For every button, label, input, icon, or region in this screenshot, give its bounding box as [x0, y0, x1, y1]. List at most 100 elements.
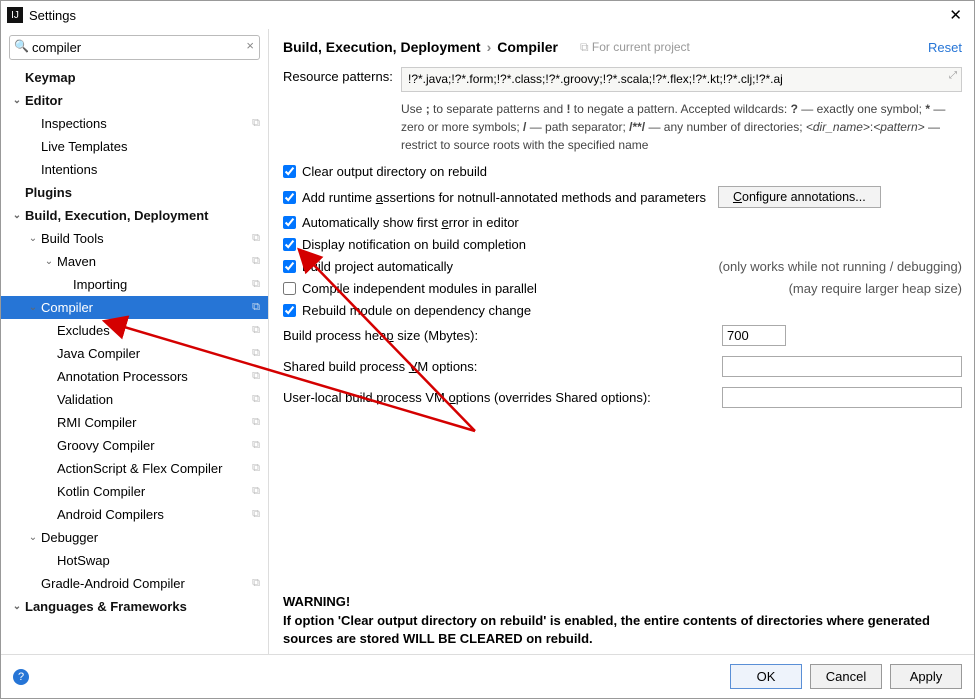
sidebar-item-maven[interactable]: ⌄Maven⧉ [1, 250, 268, 273]
sidebar-item-languages-frameworks[interactable]: ⌄Languages & Frameworks [1, 595, 268, 618]
sidebar: 🔍 × •Keymap⌄Editor•Inspections⧉•Live Tem… [1, 29, 269, 654]
sidebar-item-importing[interactable]: •Importing⧉ [1, 273, 268, 296]
sidebar-item-label: Annotation Processors [57, 369, 248, 384]
sidebar-item-inspections[interactable]: •Inspections⧉ [1, 112, 268, 135]
resource-patterns-help: Use ; to separate patterns and ! to nega… [401, 100, 962, 154]
expand-icon[interactable]: ⤢ [949, 70, 957, 81]
add-runtime-label: Add runtime assertions for notnull-annot… [302, 190, 706, 205]
sidebar-item-keymap[interactable]: •Keymap [1, 66, 268, 89]
breadcrumb-parent: Build, Execution, Deployment [283, 39, 481, 55]
clear-output-label: Clear output directory on rebuild [302, 164, 487, 179]
sidebar-item-label: Inspections [41, 116, 248, 131]
sidebar-item-label: Editor [25, 93, 260, 108]
sidebar-item-build-execution-deployment[interactable]: ⌄Build, Execution, Deployment [1, 204, 268, 227]
project-scope-icon: ⧉ [252, 577, 260, 590]
project-scope-icon: ⧉ [252, 232, 260, 245]
sidebar-item-editor[interactable]: ⌄Editor [1, 89, 268, 112]
sidebar-item-label: Debugger [41, 530, 260, 545]
configure-annotations-button[interactable]: Configure annotations... [718, 186, 881, 208]
shared-vm-label: Shared build process VM options: [283, 359, 477, 374]
sidebar-item-label: ActionScript & Flex Compiler [57, 461, 248, 476]
sidebar-item-actionscript-flex-compiler[interactable]: •ActionScript & Flex Compiler⧉ [1, 457, 268, 480]
project-scope-icon: ⧉ [252, 439, 260, 452]
app-icon: IJ [7, 7, 23, 23]
rebuild-dep-label: Rebuild module on dependency change [302, 303, 531, 318]
chevron-down-icon: ⌄ [43, 256, 55, 267]
project-scope-icon: ⧉ [252, 347, 260, 360]
compile-parallel-label: Compile independent modules in parallel [302, 281, 537, 296]
warning-title: WARNING! [283, 593, 962, 611]
sidebar-item-intentions[interactable]: •Intentions [1, 158, 268, 181]
sidebar-item-gradle-android-compiler[interactable]: •Gradle-Android Compiler⧉ [1, 572, 268, 595]
close-icon[interactable]: ✕ [943, 4, 968, 26]
sidebar-item-label: Java Compiler [57, 346, 248, 361]
add-runtime-checkbox[interactable] [283, 191, 296, 204]
rebuild-dep-checkbox[interactable] [283, 304, 296, 317]
build-auto-checkbox[interactable] [283, 260, 296, 273]
sidebar-item-label: Build, Execution, Deployment [25, 208, 260, 223]
sidebar-item-label: Live Templates [41, 139, 260, 154]
help-icon[interactable]: ? [13, 669, 29, 685]
sidebar-item-label: Build Tools [41, 231, 248, 246]
footer: ? OK Cancel Apply [1, 654, 974, 698]
sidebar-item-excludes[interactable]: •Excludes⧉ [1, 319, 268, 342]
resource-patterns-input[interactable]: !?*.java;!?*.form;!?*.class;!?*.groovy;!… [401, 67, 962, 92]
sidebar-item-label: Compiler [41, 300, 248, 315]
sidebar-item-compiler[interactable]: ⌄Compiler⧉ [1, 296, 268, 319]
sidebar-item-hotswap[interactable]: •HotSwap [1, 549, 268, 572]
main-panel: Build, Execution, Deployment›Compiler Fo… [269, 29, 974, 654]
compile-parallel-checkbox[interactable] [283, 282, 296, 295]
sidebar-item-java-compiler[interactable]: •Java Compiler⧉ [1, 342, 268, 365]
sidebar-item-label: Plugins [25, 185, 260, 200]
clear-search-icon[interactable]: × [246, 38, 254, 53]
title-bar: IJ Settings ✕ [1, 1, 974, 29]
sidebar-item-groovy-compiler[interactable]: •Groovy Compiler⧉ [1, 434, 268, 457]
display-notification-label: Display notification on build completion [302, 237, 526, 252]
breadcrumb: Build, Execution, Deployment›Compiler Fo… [283, 39, 962, 55]
sidebar-item-debugger[interactable]: ⌄Debugger [1, 526, 268, 549]
sidebar-item-annotation-processors[interactable]: •Annotation Processors⧉ [1, 365, 268, 388]
sidebar-item-validation[interactable]: •Validation⧉ [1, 388, 268, 411]
display-notification-checkbox[interactable] [283, 238, 296, 251]
user-vm-label: User-local build process VM options (ove… [283, 390, 651, 405]
settings-tree[interactable]: •Keymap⌄Editor•Inspections⧉•Live Templat… [1, 66, 268, 654]
build-auto-hint: (only works while not running / debuggin… [718, 259, 962, 274]
sidebar-item-label: Languages & Frameworks [25, 599, 260, 614]
sidebar-item-label: Android Compilers [57, 507, 248, 522]
sidebar-item-rmi-compiler[interactable]: •RMI Compiler⧉ [1, 411, 268, 434]
sidebar-item-label: Importing [73, 277, 248, 292]
resource-patterns-label: Resource patterns: [283, 67, 401, 84]
sidebar-item-kotlin-compiler[interactable]: •Kotlin Compiler⧉ [1, 480, 268, 503]
sidebar-item-build-tools[interactable]: ⌄Build Tools⧉ [1, 227, 268, 250]
chevron-down-icon: ⌄ [27, 302, 39, 313]
sidebar-item-label: Groovy Compiler [57, 438, 248, 453]
sidebar-item-label: Gradle-Android Compiler [41, 576, 248, 591]
auto-show-error-label: Automatically show first error in editor [302, 215, 519, 230]
project-scope-icon: ⧉ [252, 393, 260, 406]
user-vm-input[interactable] [722, 387, 962, 408]
project-scope-icon: ⧉ [252, 462, 260, 475]
sidebar-item-label: HotSwap [57, 553, 260, 568]
project-scope-icon: ⧉ [252, 255, 260, 268]
chevron-down-icon: ⌄ [11, 210, 23, 221]
window-title: Settings [29, 8, 76, 23]
cancel-button[interactable]: Cancel [810, 664, 882, 689]
heap-size-input[interactable] [722, 325, 786, 346]
chevron-down-icon: ⌄ [27, 532, 39, 543]
search-input[interactable] [9, 35, 260, 60]
chevron-down-icon: ⌄ [11, 601, 23, 612]
sidebar-item-plugins[interactable]: •Plugins [1, 181, 268, 204]
project-scope-icon: ⧉ [252, 508, 260, 521]
warning-block: WARNING! If option 'Clear output directo… [283, 593, 962, 648]
clear-output-checkbox[interactable] [283, 165, 296, 178]
sidebar-item-live-templates[interactable]: •Live Templates [1, 135, 268, 158]
apply-button[interactable]: Apply [890, 664, 962, 689]
auto-show-error-checkbox[interactable] [283, 216, 296, 229]
ok-button[interactable]: OK [730, 664, 802, 689]
resource-patterns-value: !?*.java;!?*.form;!?*.class;!?*.groovy;!… [408, 72, 783, 86]
project-scope-icon: ⧉ [252, 416, 260, 429]
reset-link[interactable]: Reset [928, 40, 962, 55]
sidebar-item-label: Keymap [25, 70, 260, 85]
shared-vm-input[interactable] [722, 356, 962, 377]
sidebar-item-android-compilers[interactable]: •Android Compilers⧉ [1, 503, 268, 526]
